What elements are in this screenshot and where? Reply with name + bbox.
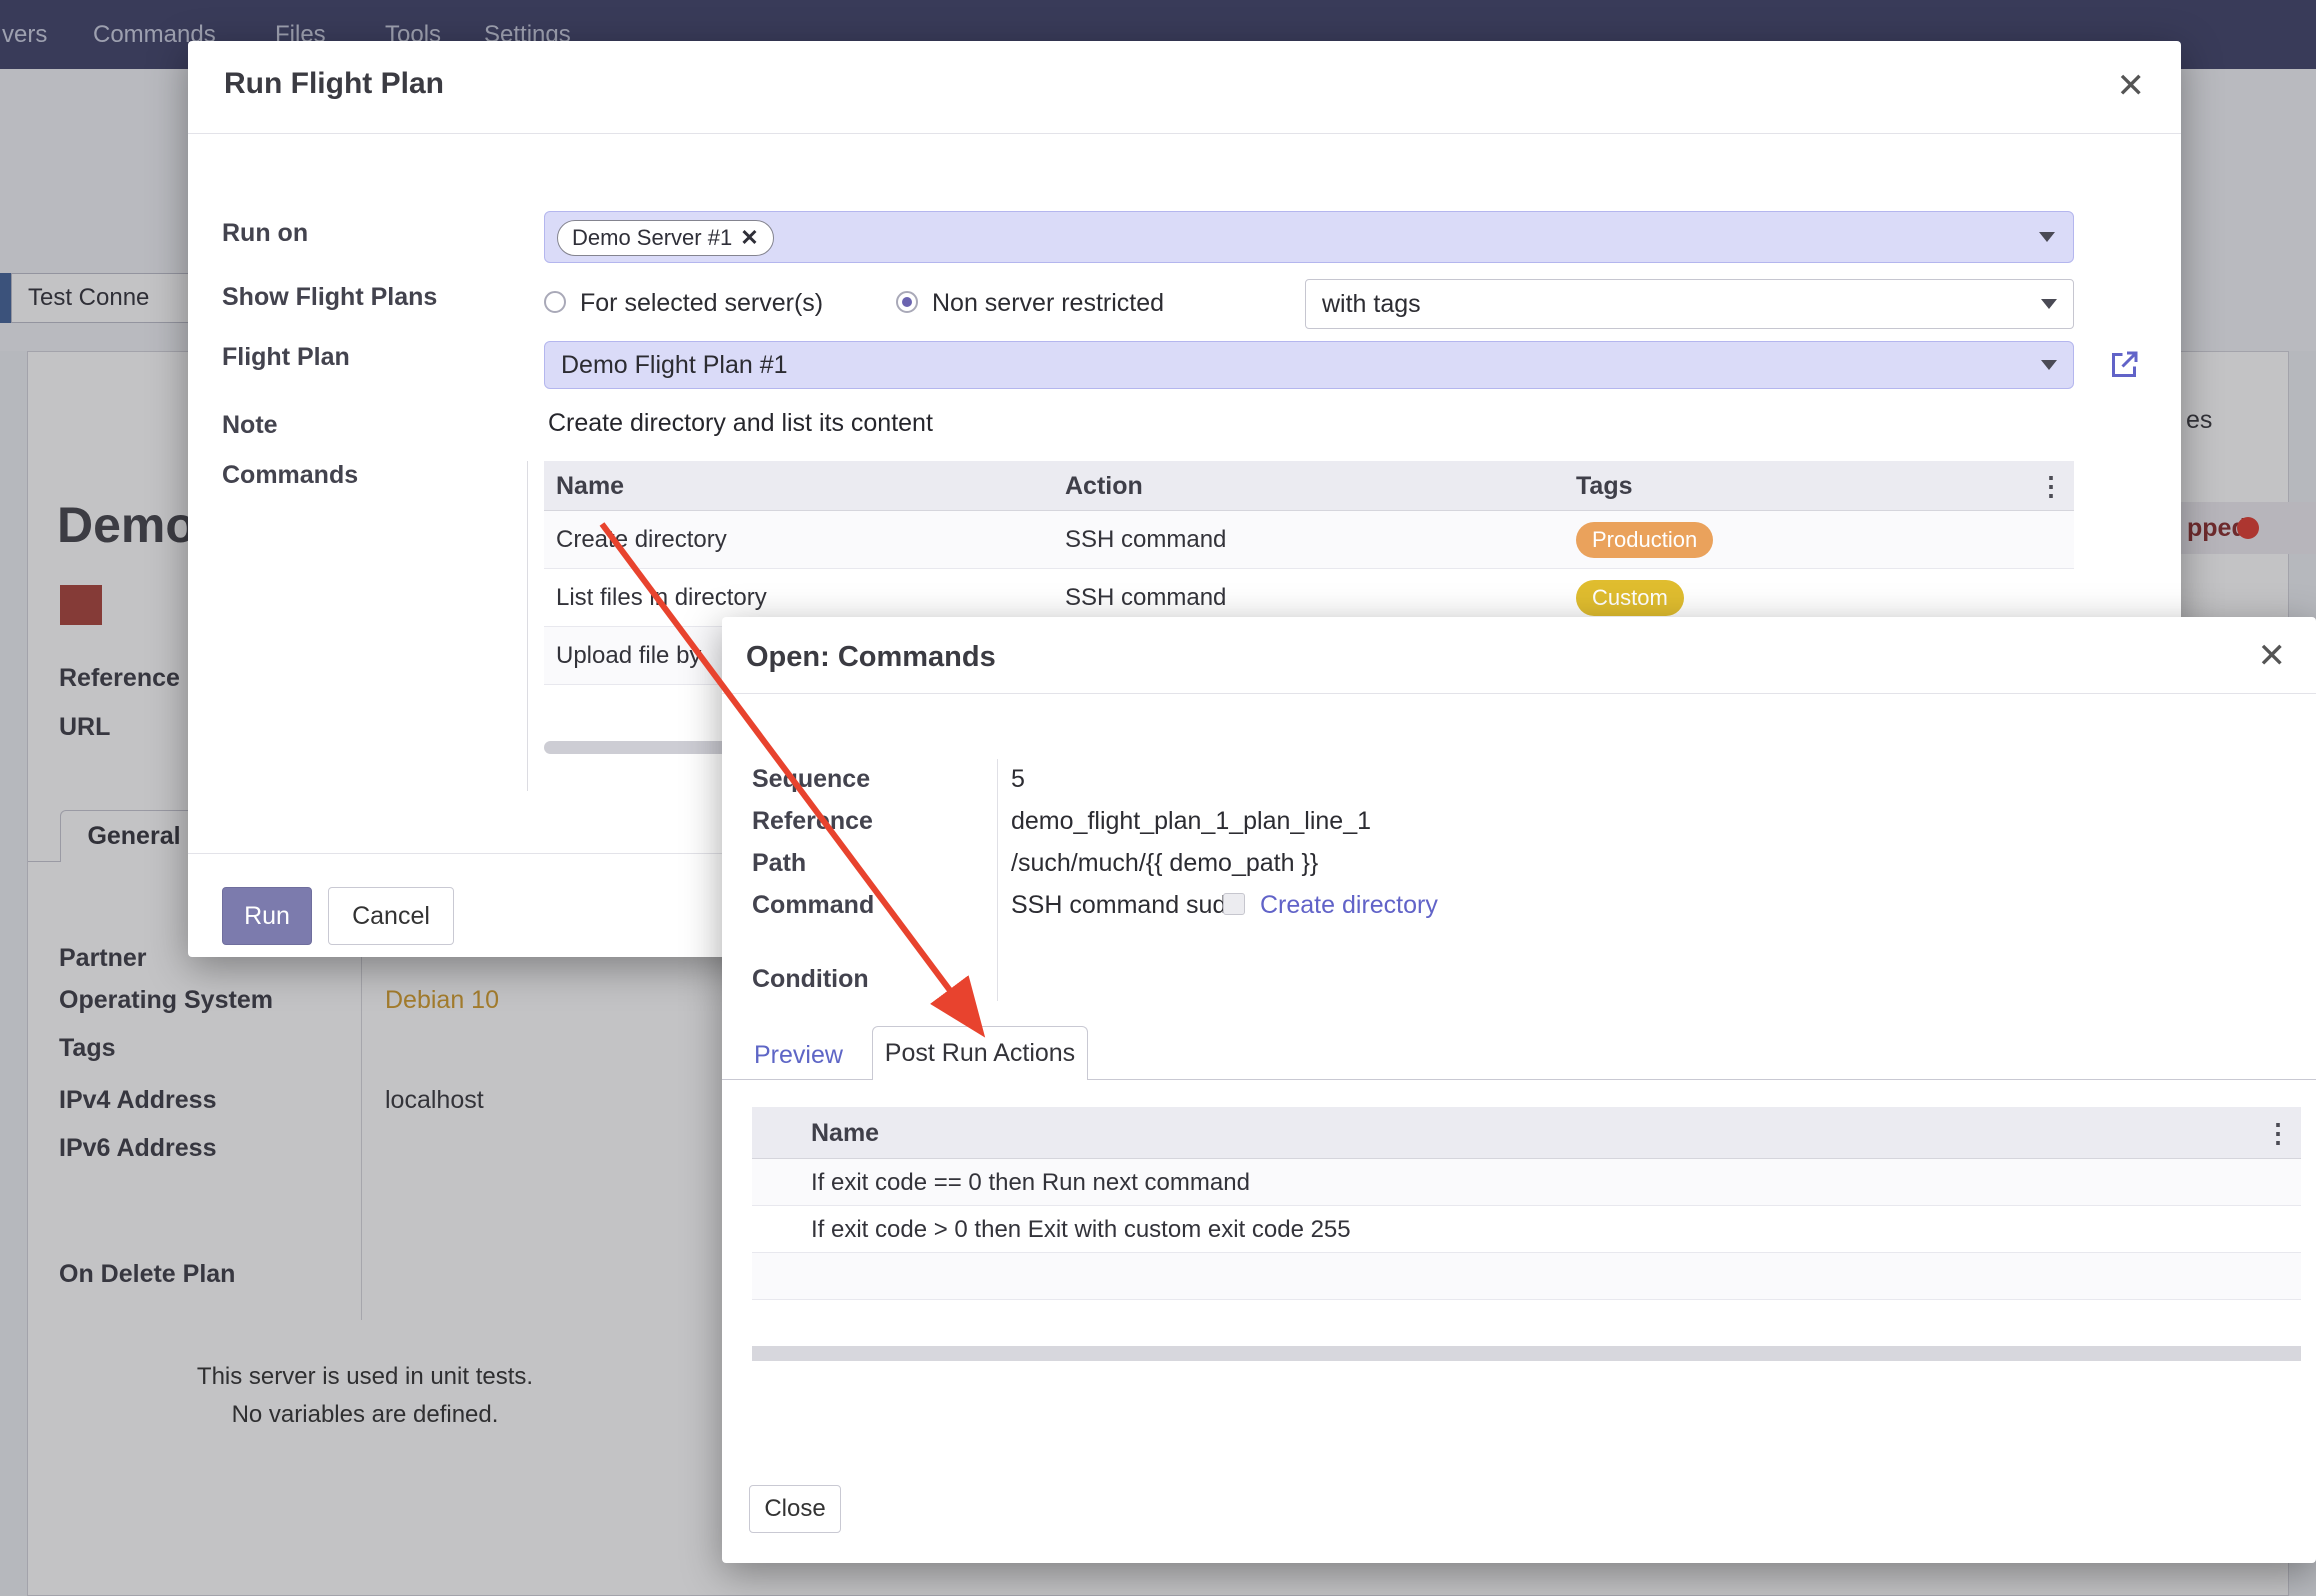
row-tag-badge: Production (1576, 522, 1713, 558)
column-options-icon[interactable]: ⋮ (2265, 1118, 2291, 1149)
note-label: Note (222, 411, 278, 440)
horizontal-scrollbar[interactable] (752, 1346, 2301, 1361)
flight-plan-select[interactable]: Demo Flight Plan #1 (544, 341, 2074, 389)
commands-label: Commands (222, 461, 358, 490)
col-tags[interactable]: Tags (1576, 472, 1633, 501)
open-commands-modal: Open: Commands ✕ Sequence 5 Reference de… (722, 617, 2316, 1563)
run-modal-title: Run Flight Plan (224, 67, 444, 101)
flight-plan-label: Flight Plan (222, 343, 350, 372)
path-value[interactable]: /such/much/{{ demo_path }} (1011, 849, 1318, 878)
sequence-value[interactable]: 5 (1011, 765, 1025, 794)
server-tag[interactable]: Demo Server #1 ✕ (557, 220, 774, 256)
row-action: SSH command (1065, 584, 1226, 612)
row-name: Create directory (556, 526, 727, 554)
command-checkbox[interactable] (1223, 893, 1245, 915)
header-divider (188, 133, 2181, 134)
chevron-down-icon[interactable] (2041, 299, 2057, 309)
close-button[interactable]: Close (749, 1485, 841, 1533)
column-options-icon[interactable]: ⋮ (2038, 471, 2064, 502)
external-link-icon[interactable] (2106, 347, 2142, 383)
table-row[interactable]: If exit code == 0 then Run next command (752, 1159, 2301, 1206)
note-value: Create directory and list its content (548, 409, 933, 438)
header-divider (722, 693, 2316, 694)
condition-label: Condition (752, 965, 869, 994)
table-row[interactable]: If exit code > 0 then Exit with custom e… (752, 1206, 2301, 1253)
table-row[interactable]: Create directory SSH command Production (544, 511, 2074, 569)
commands-table-header: Name Action Tags ⋮ (544, 461, 2074, 511)
run-button[interactable]: Run (222, 887, 312, 945)
show-flight-plans-label: Show Flight Plans (222, 283, 437, 312)
radio-dot-icon (902, 297, 912, 307)
row-name: Upload file by (556, 642, 701, 670)
reference-value[interactable]: demo_flight_plan_1_plan_line_1 (1011, 807, 1371, 836)
reference-label: Reference (752, 807, 873, 836)
with-tags-value: with tags (1322, 290, 1421, 319)
cancel-button[interactable]: Cancel (328, 887, 454, 945)
col-action[interactable]: Action (1065, 472, 1143, 501)
col-name[interactable]: Name (556, 472, 624, 501)
row-action: SSH command (1065, 526, 1226, 554)
sequence-label: Sequence (752, 765, 870, 794)
row-name: If exit code == 0 then Run next command (811, 1169, 1250, 1197)
close-icon[interactable]: ✕ (2117, 69, 2146, 103)
path-label: Path (752, 849, 806, 878)
run-on-field[interactable]: Demo Server #1 ✕ (544, 211, 2074, 263)
chevron-down-icon[interactable] (2039, 232, 2055, 242)
chevron-down-icon[interactable] (2041, 360, 2057, 370)
table-row-empty[interactable] (752, 1253, 2301, 1300)
run-on-label: Run on (222, 219, 308, 248)
actions-table-header: Name ⋮ (752, 1107, 2301, 1159)
radio-selected-servers[interactable] (544, 291, 566, 313)
remove-tag-icon[interactable]: ✕ (740, 225, 758, 250)
command-label: Command (752, 891, 874, 920)
radio-selected-servers-label[interactable]: For selected server(s) (580, 289, 823, 318)
command-link[interactable]: Create directory (1260, 891, 1438, 920)
row-name: If exit code > 0 then Exit with custom e… (811, 1216, 1351, 1244)
close-icon[interactable]: ✕ (2258, 639, 2287, 673)
row-tag-badge: Custom (1576, 580, 1684, 616)
row-name: List files in directory (556, 584, 767, 612)
app-root: { "navbar": { "items": [ { "label": "ver… (0, 0, 2316, 1596)
server-tag-label: Demo Server #1 (572, 225, 732, 250)
tab-post-run-actions[interactable]: Post Run Actions (872, 1026, 1088, 1080)
col-name[interactable]: Name (811, 1119, 879, 1148)
tab-preview[interactable]: Preview (754, 1041, 843, 1070)
command-value: SSH command sudo (1011, 891, 1240, 920)
radio-non-server-restricted-label[interactable]: Non server restricted (932, 289, 1164, 318)
radio-non-server-restricted[interactable] (896, 291, 918, 313)
with-tags-select[interactable]: with tags (1305, 279, 2074, 329)
group-divider (527, 461, 528, 791)
field-column-divider (997, 759, 998, 1001)
commands-modal-title: Open: Commands (746, 641, 996, 674)
flight-plan-value: Demo Flight Plan #1 (561, 351, 788, 380)
